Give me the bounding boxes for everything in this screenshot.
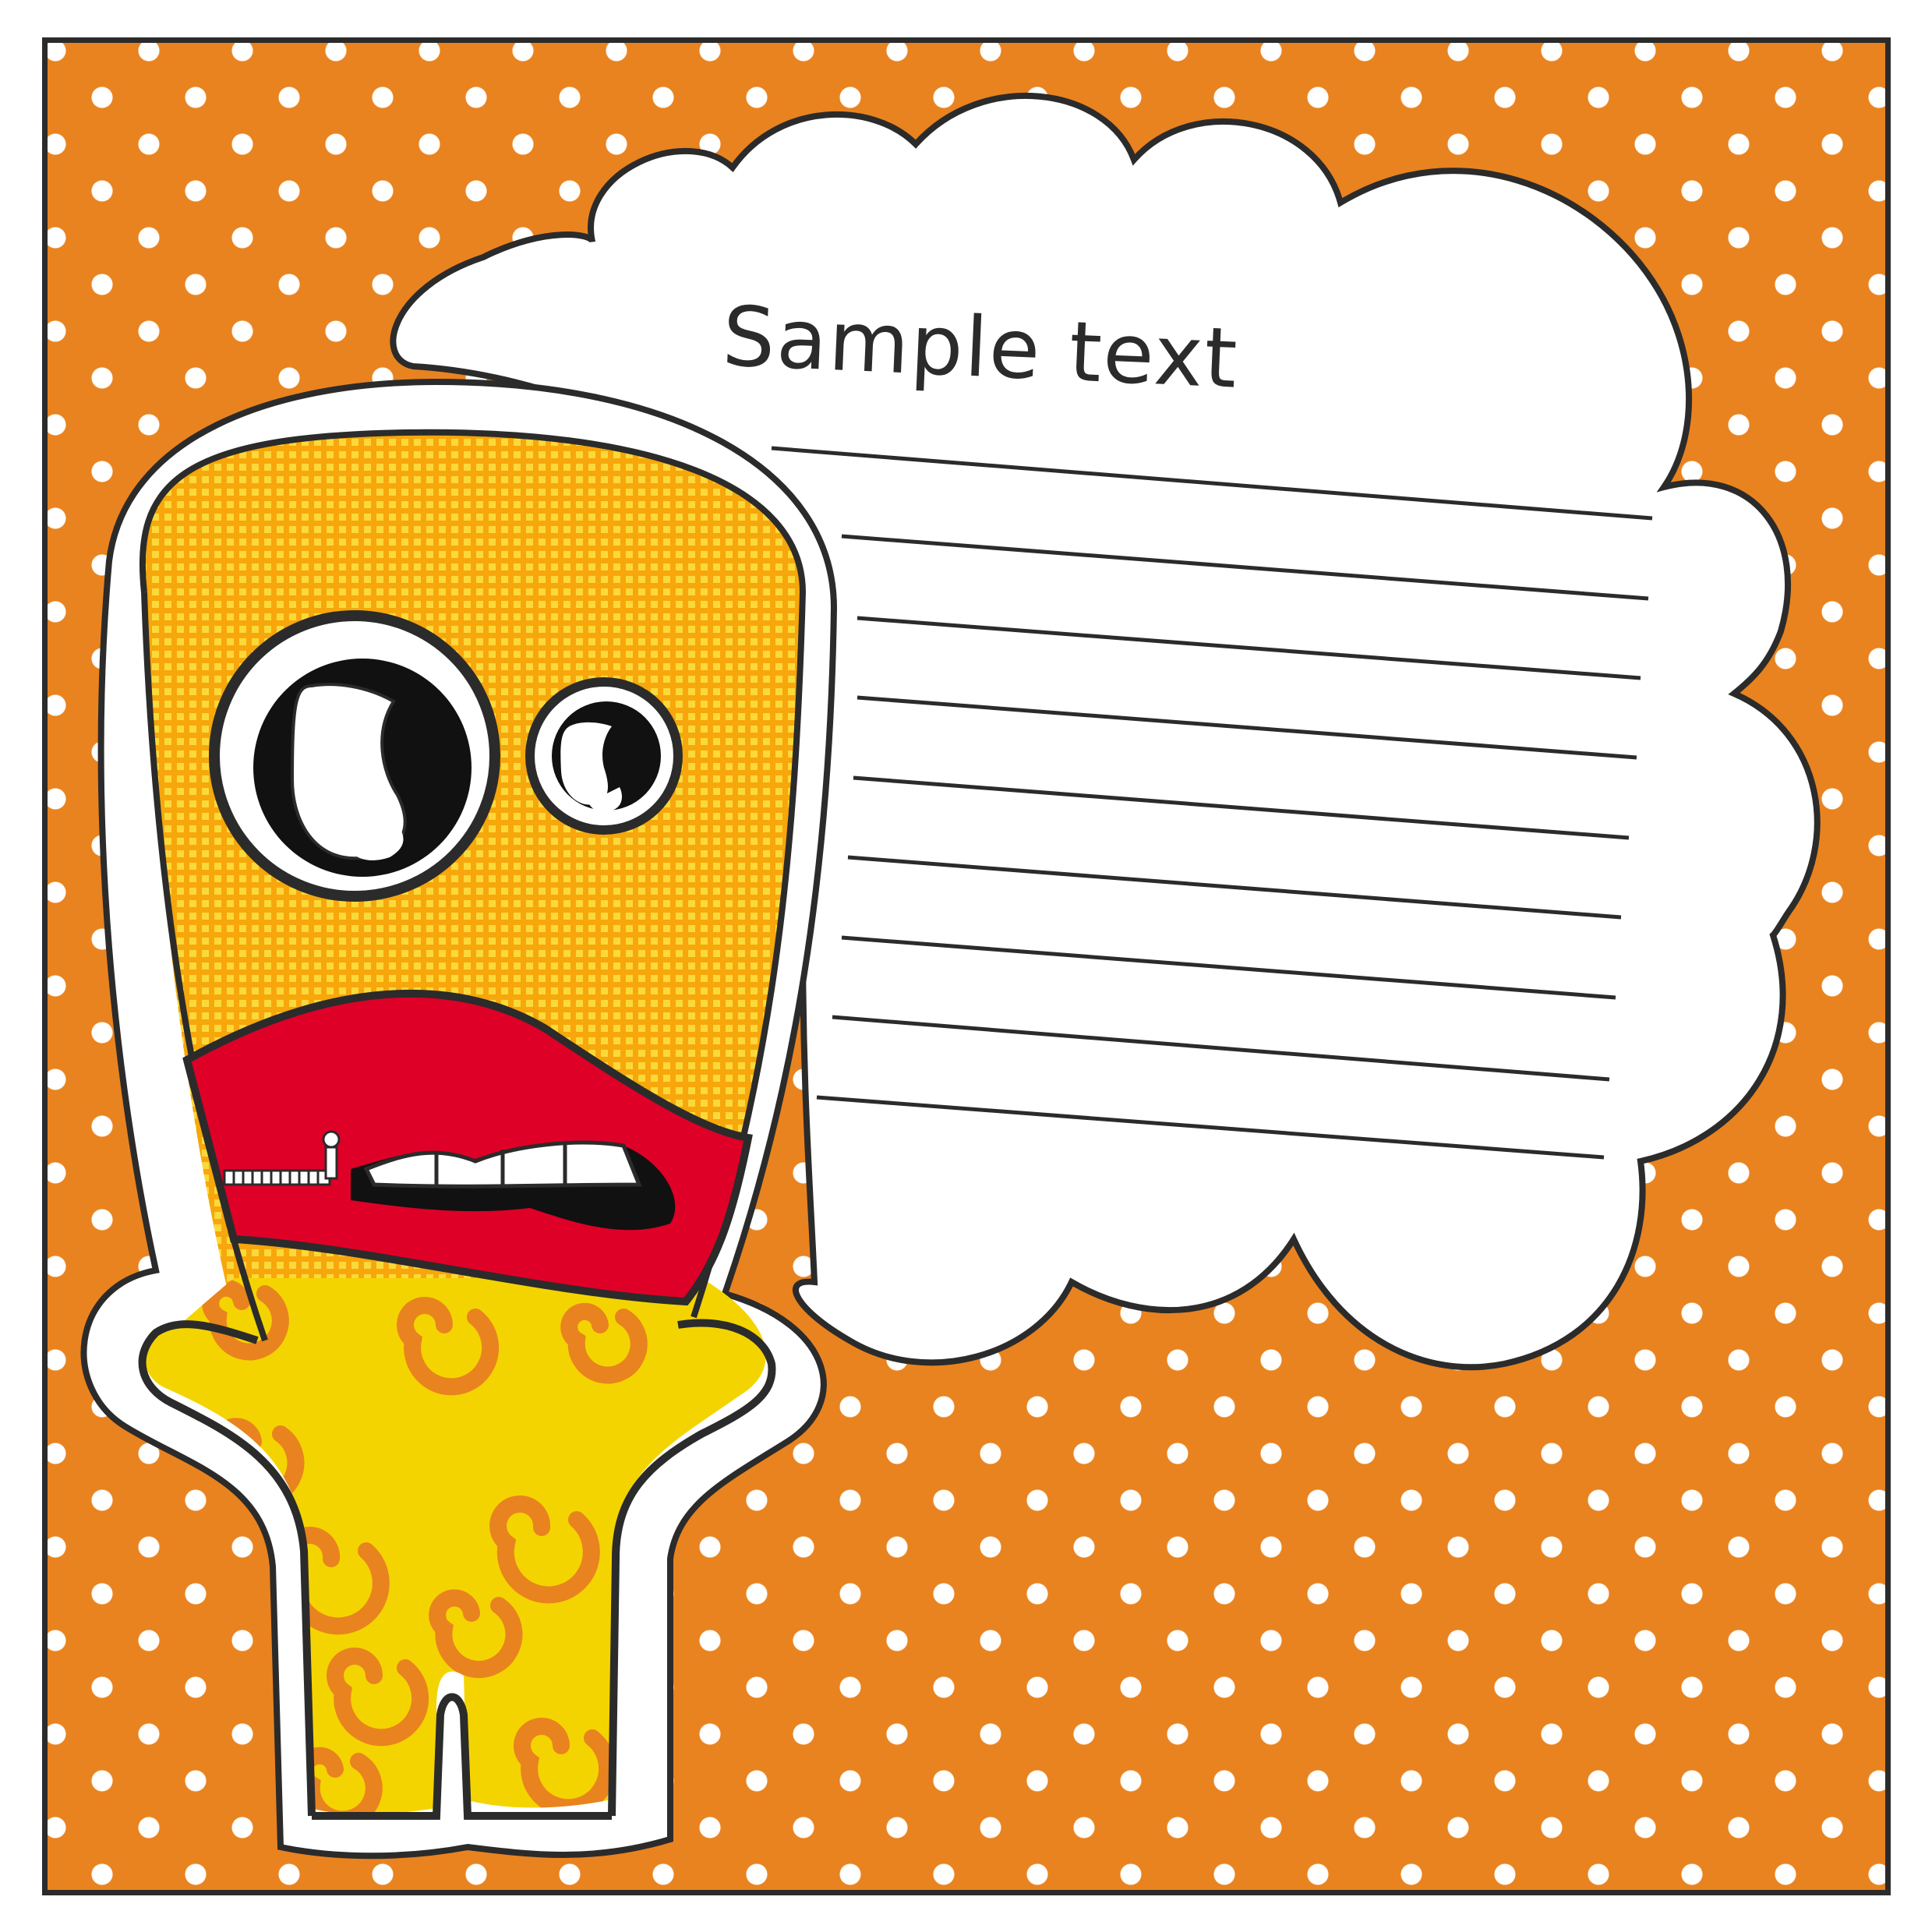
right-eye bbox=[525, 677, 683, 835]
left-eye bbox=[209, 610, 500, 902]
monster-icon bbox=[80, 378, 838, 1860]
illustration bbox=[80, 92, 1821, 1860]
